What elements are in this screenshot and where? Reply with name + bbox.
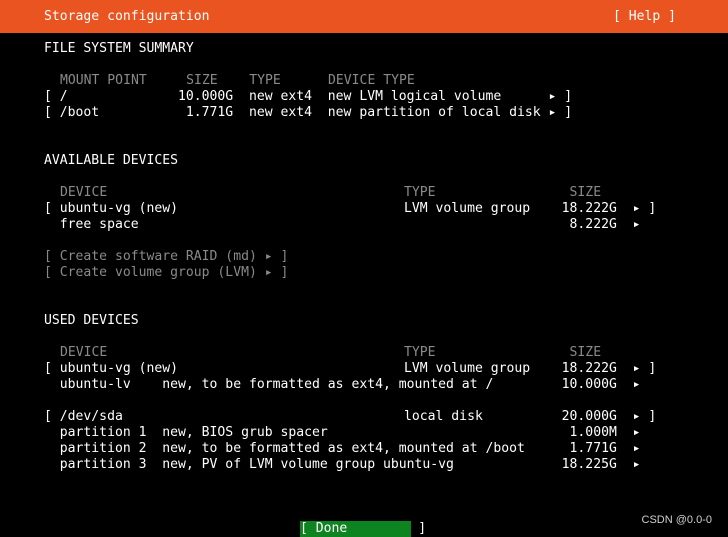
create-volume-group-button[interactable]: [ Create volume group (LVM) ▸ ] — [44, 265, 288, 281]
fs-row-root[interactable]: [ / 10.000G new ext4 new LVM logical vol… — [44, 89, 572, 105]
used-row-partition-1[interactable]: partition 1 new, BIOS grub spacer — [44, 425, 328, 441]
page-title: Storage configuration — [44, 9, 210, 24]
used-row-ubuntu-lv-size[interactable]: 10.000G ▸ — [404, 377, 641, 393]
create-raid-button[interactable]: [ Create software RAID (md) ▸ ] — [44, 249, 288, 265]
available-header-type-size: TYPE SIZE — [404, 185, 602, 200]
fs-summary-column-headers: MOUNT POINT SIZE TYPE DEVICE TYPE — [60, 73, 415, 88]
fs-summary-heading: FILE SYSTEM SUMMARY — [44, 41, 194, 56]
available-row-ubuntu-vg[interactable]: [ ubuntu-vg (new) — [44, 201, 178, 217]
used-header-type-size: TYPE SIZE — [404, 345, 602, 360]
help-button[interactable]: [ Help ] — [613, 9, 676, 25]
fs-row-boot[interactable]: [ /boot 1.771G new ext4 new partition of… — [44, 105, 572, 121]
available-header-device: DEVICE — [60, 185, 108, 200]
used-row-dev-sda-details[interactable]: local disk 20.000G ▸ ] — [404, 409, 656, 425]
used-header-device: DEVICE — [60, 345, 108, 360]
used-devices-heading: USED DEVICES — [44, 313, 139, 328]
used-row-dev-sda[interactable]: [ /dev/sda — [44, 409, 123, 425]
used-row-partition-3[interactable]: partition 3 new, PV of LVM volume group … — [44, 457, 454, 473]
available-devices-heading: AVAILABLE DEVICES — [44, 153, 179, 168]
used-row-partition-2-size[interactable]: 1.771G ▸ — [404, 441, 641, 457]
done-button[interactable]: [ Done ] — [300, 521, 426, 537]
used-row-ubuntu-vg-details[interactable]: LVM volume group 18.222G ▸ ] — [404, 361, 656, 377]
available-row-free-space[interactable]: free space — [44, 217, 139, 233]
available-row-free-space-details[interactable]: 8.222G ▸ — [404, 217, 641, 233]
used-row-partition-3-size[interactable]: 18.225G ▸ — [404, 457, 641, 473]
used-row-ubuntu-vg[interactable]: [ ubuntu-vg (new) — [44, 361, 178, 377]
available-row-ubuntu-vg-details[interactable]: LVM volume group 18.222G ▸ ] — [404, 201, 656, 217]
used-row-partition-1-size[interactable]: 1.000M ▸ — [404, 425, 641, 441]
watermark: CSDN @0.0-0 — [641, 514, 712, 526]
